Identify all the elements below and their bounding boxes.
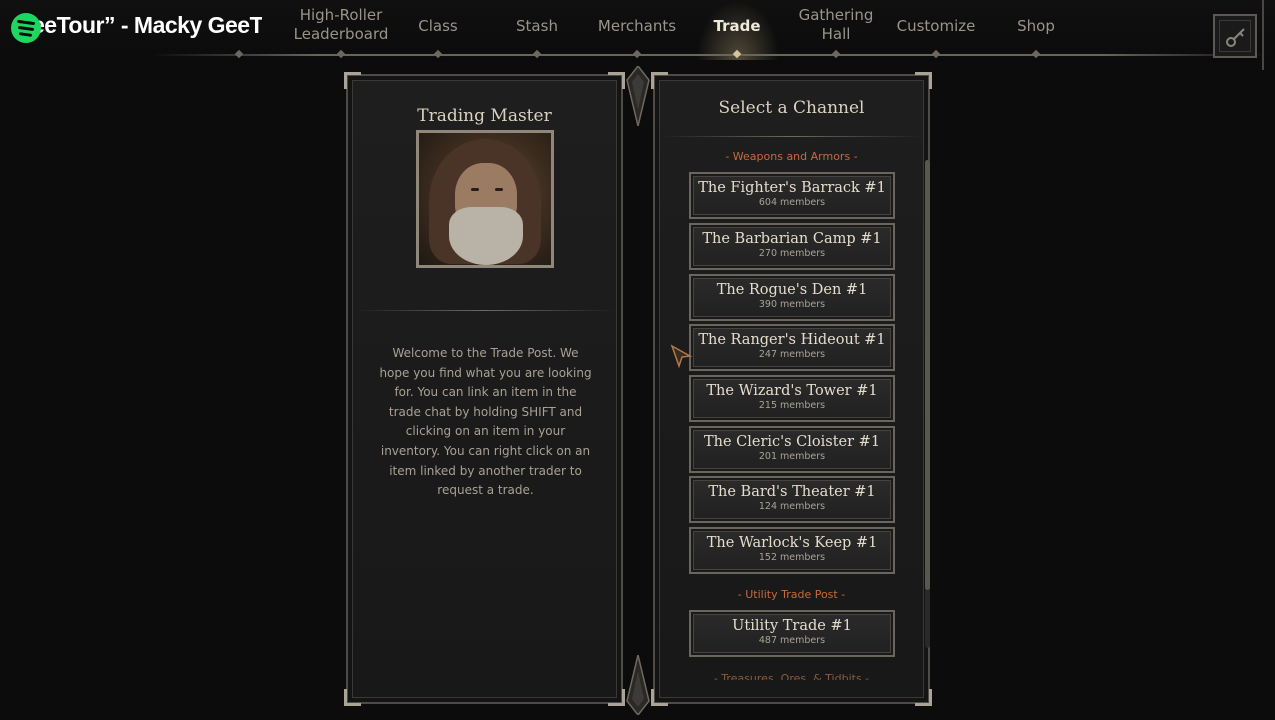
nav-marker: [931, 49, 941, 59]
channel-name: The Warlock's Keep #1: [706, 535, 878, 551]
section-label: - Weapons and Armors -: [725, 150, 858, 163]
channel-barbarian-camp[interactable]: The Barbarian Camp #1 270 members: [689, 223, 895, 270]
channel-name: The Fighter's Barrack #1: [698, 180, 886, 196]
nav-trade[interactable]: Trade: [682, 17, 792, 36]
channel-name: Utility Trade #1: [732, 618, 852, 634]
channel-members: 604 members: [758, 197, 826, 208]
channel-warlocks-keep[interactable]: The Warlock's Keep #1 152 members: [689, 527, 895, 574]
channel-members: 124 members: [758, 501, 826, 512]
nav-marker: [1031, 49, 1041, 59]
channel-name: The Ranger's Hideout #1: [698, 332, 886, 348]
channel-members: 152 members: [758, 552, 826, 563]
spotify-icon: [11, 13, 41, 43]
channel-name: The Bard's Theater #1: [708, 484, 876, 500]
trading-master-portrait: [416, 130, 554, 268]
section-label: - Utility Trade Post -: [737, 588, 846, 601]
channel-members: 487 members: [758, 635, 826, 646]
channel-rogues-den[interactable]: The Rogue's Den #1 390 members: [689, 274, 895, 321]
spotify-now-playing-overlay: eeTour” - Macky GeeTou: [0, 0, 262, 52]
divider: [354, 310, 616, 311]
channel-name: The Barbarian Camp #1: [702, 231, 882, 247]
channel-name: The Wizard's Tower #1: [706, 383, 878, 399]
nav-stash[interactable]: Stash: [482, 17, 592, 36]
channel-fighters-barrack[interactable]: The Fighter's Barrack #1 604 members: [689, 172, 895, 219]
frame-edge: [1262, 0, 1275, 70]
nav-marker: [532, 49, 542, 59]
channel-name: The Rogue's Den #1: [716, 282, 868, 298]
channel-members: 201 members: [758, 451, 826, 462]
nav-marker: [336, 49, 346, 59]
channel-members: 270 members: [758, 248, 826, 259]
frame-ornament: [626, 66, 650, 126]
key-icon: [1226, 28, 1245, 47]
channel-members: 215 members: [758, 400, 826, 411]
nav-marker: [433, 49, 443, 59]
panel-title: Select a Channel: [718, 98, 865, 118]
nav-marker: [831, 49, 841, 59]
scrollbar-thumb[interactable]: [925, 160, 930, 590]
channel-members: 390 members: [758, 299, 826, 310]
channel-wizards-tower[interactable]: The Wizard's Tower #1 215 members: [689, 375, 895, 422]
nav-high-roller-leaderboard[interactable]: High-Roller Leaderboard: [286, 6, 396, 44]
nav-marker: [632, 49, 642, 59]
nav-divider-line: [150, 54, 1270, 56]
cursor-icon: [670, 344, 693, 368]
channel-name: The Cleric's Cloister #1: [703, 434, 881, 450]
channel-select-panel: Select a Channel - Weapons and Armors - …: [651, 72, 932, 706]
channel-bards-theater[interactable]: The Bard's Theater #1 124 members: [689, 476, 895, 523]
trading-master-panel: Trading Master Welcome to the Trade Post…: [344, 72, 625, 706]
nav-gathering-hall[interactable]: Gathering Hall: [781, 6, 891, 44]
trade-post-description: Welcome to the Trade Post. We hope you f…: [379, 346, 592, 498]
nav-class[interactable]: Class: [383, 17, 493, 36]
nav-shop[interactable]: Shop: [981, 17, 1091, 36]
divider: [661, 136, 923, 137]
settings-button[interactable]: [1213, 14, 1257, 58]
channel-rangers-hideout[interactable]: The Ranger's Hideout #1 247 members: [689, 324, 895, 371]
frame-ornament: [626, 655, 650, 715]
nav-merchants[interactable]: Merchants: [582, 17, 692, 36]
channel-scrollbar[interactable]: [925, 160, 930, 648]
channel-members: 247 members: [758, 349, 826, 360]
song-title: eeTour” - Macky GeeTou: [32, 12, 262, 38]
nav-customize[interactable]: Customize: [881, 17, 991, 36]
channel-utility-trade[interactable]: Utility Trade #1 487 members: [689, 610, 895, 657]
channel-clerics-cloister[interactable]: The Cleric's Cloister #1 201 members: [689, 426, 895, 473]
section-label-partial: - Treasures, Ores, & Tidbits -: [713, 672, 870, 680]
top-navigation-bar: eeTour” - Macky GeeTou High-RollerLeader…: [0, 0, 1275, 70]
panel-title: Trading Master: [417, 106, 552, 126]
